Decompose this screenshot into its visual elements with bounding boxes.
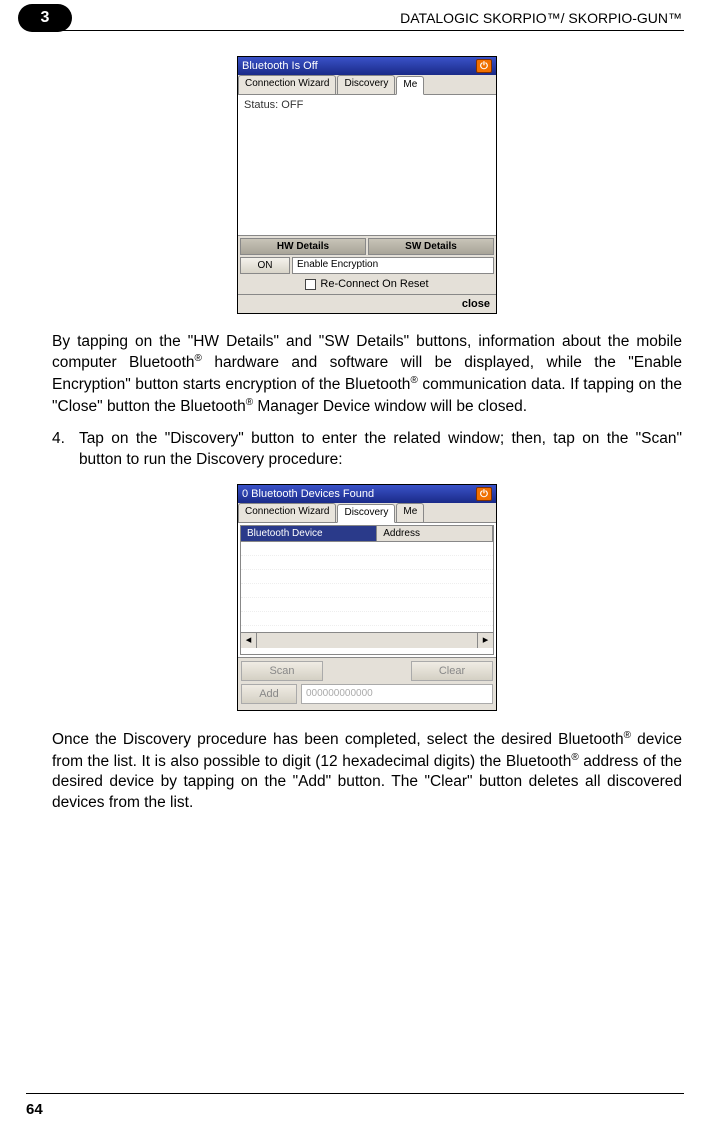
tab-connection-wizard[interactable]: Connection Wizard — [238, 503, 336, 522]
device-list: Bluetooth Device Address ◂ ▸ — [240, 525, 494, 655]
tab-discovery[interactable]: Discovery — [337, 75, 395, 94]
window-titlebar: 0 Bluetooth Devices Found ⏻ — [238, 485, 496, 503]
on-button[interactable]: ON — [240, 257, 290, 274]
footer-rule — [26, 1093, 684, 1094]
window-title: 0 Bluetooth Devices Found — [242, 488, 374, 500]
power-icon[interactable]: ⏻ — [476, 59, 492, 73]
close-button[interactable]: close — [238, 294, 496, 313]
tab-me[interactable]: Me — [396, 76, 424, 95]
clear-button[interactable]: Clear — [411, 661, 493, 681]
paragraph-hw-sw-details: By tapping on the "HW Details" and "SW D… — [52, 332, 682, 417]
scan-button[interactable]: Scan — [241, 661, 323, 681]
tab-bar: Connection Wizard Discovery Me — [238, 503, 496, 523]
tab-discovery[interactable]: Discovery — [337, 504, 395, 523]
col-device[interactable]: Bluetooth Device — [241, 526, 377, 541]
chapter-badge: 3 — [18, 4, 72, 32]
status-text: Status: OFF — [244, 99, 303, 111]
header-rule — [60, 30, 684, 31]
status-panel: Status: OFF — [238, 95, 496, 235]
tab-connection-wizard[interactable]: Connection Wizard — [238, 75, 336, 94]
reconnect-checkbox[interactable] — [305, 279, 316, 290]
sw-details-button[interactable]: SW Details — [368, 238, 494, 255]
page-number: 64 — [26, 1101, 43, 1118]
screenshot-discovery: 0 Bluetooth Devices Found ⏻ Connection W… — [237, 484, 497, 711]
scroll-left-icon[interactable]: ◂ — [241, 633, 257, 648]
enable-encryption-button[interactable]: Enable Encryption — [292, 257, 494, 274]
power-icon[interactable]: ⏻ — [476, 487, 492, 501]
horizontal-scrollbar[interactable]: ◂ ▸ — [241, 632, 493, 648]
scroll-right-icon[interactable]: ▸ — [477, 633, 493, 648]
header-product-title: DATALOGIC SKORPIO™/ SKORPIO-GUN™ — [400, 10, 682, 26]
step-4: 4. Tap on the "Discovery" button to ente… — [52, 429, 682, 470]
step-number: 4. — [52, 429, 65, 470]
reconnect-label: Re-Connect On Reset — [320, 278, 428, 290]
tab-me[interactable]: Me — [396, 503, 424, 522]
window-title: Bluetooth Is Off — [242, 60, 318, 72]
step-4-text: Tap on the "Discovery" button to enter t… — [79, 429, 682, 470]
address-input[interactable]: 000000000000 — [301, 684, 493, 704]
paragraph-discovery-complete: Once the Discovery procedure has been co… — [52, 729, 682, 813]
window-titlebar: Bluetooth Is Off ⏻ — [238, 57, 496, 75]
screenshot-bluetooth-off: Bluetooth Is Off ⏻ Connection Wizard Dis… — [237, 56, 497, 314]
hw-details-button[interactable]: HW Details — [240, 238, 366, 255]
add-button[interactable]: Add — [241, 684, 297, 704]
col-address[interactable]: Address — [377, 526, 493, 541]
device-list-body[interactable] — [241, 542, 493, 632]
tab-bar: Connection Wizard Discovery Me — [238, 75, 496, 95]
